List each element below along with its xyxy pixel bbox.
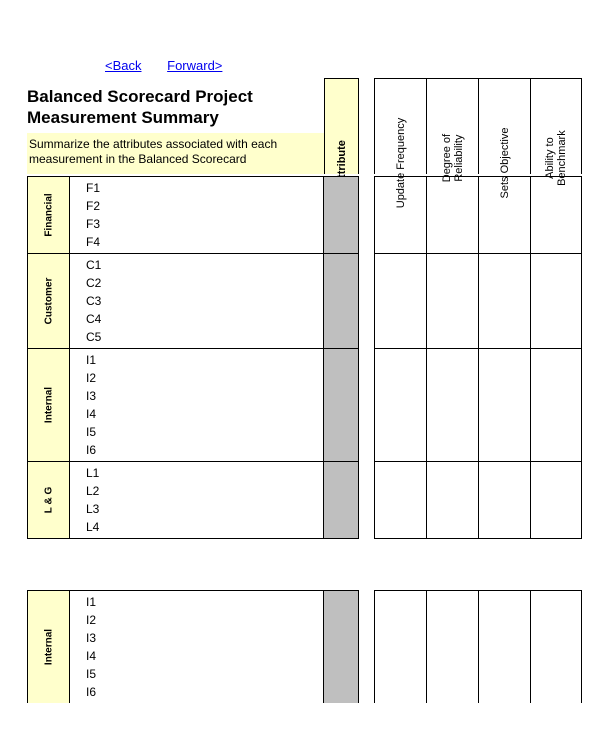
items-cell: I1I2I3I4I5I6 <box>70 349 324 462</box>
perspective-cell: Internal <box>27 349 70 462</box>
col-degree-reliability: Degree of Reliability <box>426 78 478 174</box>
back-link[interactable]: <Back <box>105 58 142 73</box>
scorecard-table: FinancialF1F2F3F4CustomerC1C2C3C4C5Inter… <box>27 176 592 539</box>
item-label: C1 <box>86 256 323 274</box>
page-subtitle: Summarize the attributes associated with… <box>27 133 324 174</box>
col-attribute: Attribute <box>324 78 359 174</box>
attribute-cell <box>324 590 359 703</box>
perspective-cell: L & G <box>27 462 70 539</box>
meta-cell <box>478 349 530 462</box>
perspective-cell: Financial <box>27 176 70 254</box>
item-label: L1 <box>86 464 323 482</box>
forward-link[interactable]: Forward> <box>167 58 222 73</box>
item-label: I4 <box>86 647 323 665</box>
perspective-cell: Customer <box>27 254 70 349</box>
perspective-label: Customer <box>43 278 54 325</box>
item-label: I6 <box>86 683 323 701</box>
item-label: C4 <box>86 310 323 328</box>
meta-cell <box>426 462 478 539</box>
meta-cell <box>530 462 582 539</box>
meta-cell <box>478 254 530 349</box>
meta-cell <box>426 176 478 254</box>
attribute-cell <box>324 462 359 539</box>
item-label: L4 <box>86 518 323 536</box>
col-degree-reliability-label: Degree of Reliability <box>440 133 464 181</box>
nav-links: <Back Forward> <box>105 58 244 73</box>
item-label: C3 <box>86 292 323 310</box>
item-label: F2 <box>86 197 323 215</box>
col-ability-benchmark: Ability to Benchmark <box>530 78 582 174</box>
group-row: Internal I1I2I3I4I5I6 <box>27 349 592 462</box>
item-label: F1 <box>86 179 323 197</box>
page-title: Balanced Scorecard Project Measurement S… <box>27 86 324 129</box>
scorecard-table-2: Internal I1I2I3I4I5I6 <box>27 590 592 703</box>
header-row: Balanced Scorecard Project Measurement S… <box>27 78 592 174</box>
gap-cell <box>359 349 374 462</box>
meta-cell <box>374 176 426 254</box>
perspective-label: Internal <box>43 387 54 423</box>
perspective-cell: Internal <box>27 590 70 703</box>
item-label: F3 <box>86 215 323 233</box>
item-label: L3 <box>86 500 323 518</box>
meta-cell <box>426 349 478 462</box>
meta-cell <box>530 176 582 254</box>
item-label: I4 <box>86 405 323 423</box>
perspective-label: Financial <box>43 193 54 236</box>
item-label: I1 <box>86 593 323 611</box>
items-cell: L1L2L3L4 <box>70 462 324 539</box>
meta-cell <box>530 254 582 349</box>
col-update-frequency: Update Frequency <box>374 78 426 174</box>
meta-cell <box>374 349 426 462</box>
item-label: I1 <box>86 351 323 369</box>
meta-cell <box>478 176 530 254</box>
meta-cell <box>478 462 530 539</box>
item-label: C5 <box>86 328 323 346</box>
gap-cell <box>359 176 374 254</box>
group-row: Internal I1I2I3I4I5I6 <box>27 590 592 703</box>
item-label: I6 <box>86 441 323 459</box>
items-cell: C1C2C3C4C5 <box>70 254 324 349</box>
item-label: I5 <box>86 423 323 441</box>
meta-cell <box>374 590 426 703</box>
attribute-cell <box>324 254 359 349</box>
items-cell: I1I2I3I4I5I6 <box>70 590 324 703</box>
item-label: I2 <box>86 369 323 387</box>
meta-cell <box>374 254 426 349</box>
item-label: I5 <box>86 665 323 683</box>
attribute-cell <box>324 349 359 462</box>
meta-cell <box>426 254 478 349</box>
items-cell: F1F2F3F4 <box>70 176 324 254</box>
gap-cell <box>359 462 374 539</box>
meta-cell <box>374 462 426 539</box>
meta-cell <box>530 349 582 462</box>
item-label: F4 <box>86 233 323 251</box>
item-label: I3 <box>86 387 323 405</box>
perspective-label: L & G <box>43 487 54 513</box>
attribute-cell <box>324 176 359 254</box>
meta-cell <box>530 590 582 703</box>
item-label: I3 <box>86 629 323 647</box>
group-row: Financial F1F2F3F4 <box>27 176 592 254</box>
group-row: Customer C1C2C3C4C5 <box>27 254 592 349</box>
header-gap <box>359 78 374 174</box>
title-block: Balanced Scorecard Project Measurement S… <box>27 78 324 174</box>
item-label: C2 <box>86 274 323 292</box>
meta-cell <box>426 590 478 703</box>
col-sets-objective: Sets Objective <box>478 78 530 174</box>
gap-cell <box>359 254 374 349</box>
item-label: L2 <box>86 482 323 500</box>
perspective-label: Internal <box>43 629 54 665</box>
meta-cell <box>478 590 530 703</box>
group-row: L & G L1L2L3L4 <box>27 462 592 539</box>
gap-cell <box>359 590 374 703</box>
item-label: I2 <box>86 611 323 629</box>
